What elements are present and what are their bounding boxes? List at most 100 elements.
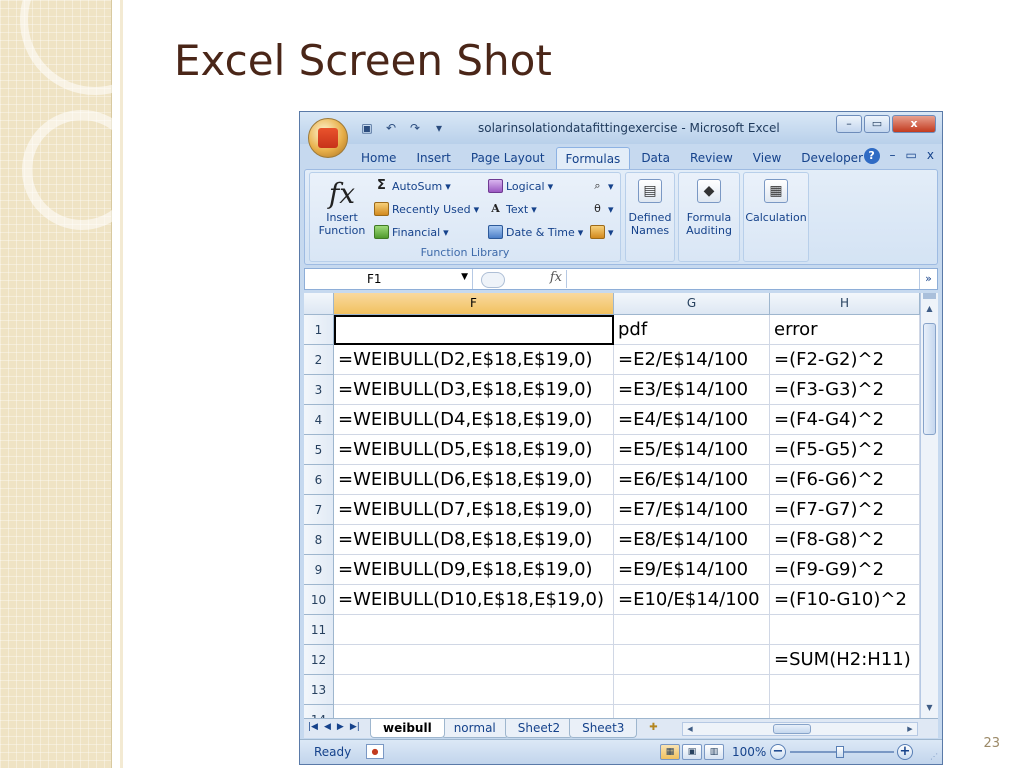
row-header[interactable]: 7 [304,495,334,525]
formula-input[interactable] [573,271,913,287]
page-layout-view-icon[interactable]: ▣ [682,744,702,760]
cell-g1[interactable]: pdf [614,315,770,345]
sheet-tab-normal[interactable]: normal [440,719,509,738]
maximize-button[interactable]: ▭ [864,115,890,133]
column-header-f[interactable]: F [334,293,614,315]
horizontal-scrollbar[interactable]: ◀ ▶ [682,722,918,736]
logical-button[interactable]: Logical ▾ [488,179,553,193]
tab-view[interactable]: View [744,147,790,169]
cell-g13[interactable] [614,675,770,705]
cell-g14[interactable] [614,705,770,718]
cell-h8[interactable]: =(F8-G8)^2 [770,525,920,555]
row-header[interactable]: 6 [304,465,334,495]
redo-icon[interactable]: ↷ [406,120,424,136]
cell-h2[interactable]: =(F2-G2)^2 [770,345,920,375]
cell-f7[interactable]: =WEIBULL(D7,E$18,E$19,0) [334,495,614,525]
zoom-slider-thumb[interactable] [836,746,844,758]
formula-auditing-button[interactable]: ◆ Formula Auditing [679,177,739,237]
cell-h10[interactable]: =(F10-G10)^2 [770,585,920,615]
chevron-down-icon[interactable]: ▼ [461,272,468,282]
scroll-left-icon[interactable]: ◀ [683,723,697,735]
zoom-out-icon[interactable]: − [770,744,786,760]
autosum-button[interactable]: Σ AutoSum ▾ [374,179,451,193]
date-time-button[interactable]: Date & Time ▾ [488,225,583,239]
lookup-reference-button[interactable]: ⌕ ▾ [590,179,613,193]
cell-g7[interactable]: =E7/E$14/100 [614,495,770,525]
cell-h1[interactable]: error [770,315,920,345]
row-header[interactable]: 11 [304,615,334,645]
tab-data[interactable]: Data [632,147,679,169]
tab-page-layout[interactable]: Page Layout [462,147,554,169]
cell-f13[interactable] [334,675,614,705]
undo-icon[interactable]: ↶ [382,120,400,136]
row-header[interactable]: 13 [304,675,334,705]
cell-f6[interactable]: =WEIBULL(D6,E$18,E$19,0) [334,465,614,495]
row-header[interactable]: 14 [304,705,334,718]
cell-g10[interactable]: =E10/E$14/100 [614,585,770,615]
cell-g8[interactable]: =E8/E$14/100 [614,525,770,555]
macro-record-icon[interactable]: ● [366,744,384,759]
cell-h5[interactable]: =(F5-G5)^2 [770,435,920,465]
cell-f14[interactable] [334,705,614,718]
cell-h12[interactable]: =SUM(H2:H11) [770,645,920,675]
row-header[interactable]: 5 [304,435,334,465]
cell-h4[interactable]: =(F4-G4)^2 [770,405,920,435]
row-header[interactable]: 3 [304,375,334,405]
cell-g2[interactable]: =E2/E$14/100 [614,345,770,375]
cell-h11[interactable] [770,615,920,645]
insert-function-fx-button[interactable]: fx [481,270,567,288]
resize-grip-icon[interactable]: ⋰ [930,752,940,762]
insert-function-button[interactable]: fx Insert Function [316,177,368,237]
split-handle[interactable] [923,293,936,299]
cell-f5[interactable]: =WEIBULL(D5,E$18,E$19,0) [334,435,614,465]
row-header[interactable]: 8 [304,525,334,555]
cell-g3[interactable]: =E3/E$14/100 [614,375,770,405]
sheet-tab-sheet3[interactable]: Sheet3 [569,719,638,738]
zoom-level[interactable]: 100% [732,745,766,759]
math-trig-button[interactable]: θ ▾ [590,202,613,216]
cell-f3[interactable]: =WEIBULL(D3,E$18,E$19,0) [334,375,614,405]
more-functions-button[interactable]: ▾ [590,225,614,239]
sheet-tab-sheet2[interactable]: Sheet2 [504,719,574,738]
cell-h3[interactable]: =(F3-G3)^2 [770,375,920,405]
cell-g4[interactable]: =E4/E$14/100 [614,405,770,435]
recently-used-button[interactable]: Recently Used ▾ [374,202,479,216]
cell-g11[interactable] [614,615,770,645]
tab-formulas[interactable]: Formulas [555,147,631,169]
first-sheet-icon[interactable]: |◀ [308,722,318,732]
cell-h13[interactable] [770,675,920,705]
save-icon[interactable]: ▣ [358,120,376,136]
scroll-thumb[interactable] [923,323,936,435]
row-header[interactable]: 9 [304,555,334,585]
row-header[interactable]: 12 [304,645,334,675]
cell-f8[interactable]: =WEIBULL(D8,E$18,E$19,0) [334,525,614,555]
cell-g5[interactable]: =E5/E$14/100 [614,435,770,465]
minimize-button[interactable]: – [836,115,862,133]
insert-sheet-icon[interactable]: ✚ [641,720,665,736]
cell-f9[interactable]: =WEIBULL(D9,E$18,E$19,0) [334,555,614,585]
vertical-scrollbar[interactable]: ▲ ▼ [920,293,938,718]
column-header-h[interactable]: H [770,293,920,315]
scroll-right-icon[interactable]: ▶ [903,723,917,735]
cell-f10[interactable]: =WEIBULL(D10,E$18,E$19,0) [334,585,614,615]
cell-h6[interactable]: =(F6-G6)^2 [770,465,920,495]
expand-formula-bar-icon[interactable]: » [919,269,937,289]
sheet-tab-weibull[interactable]: weibull [370,719,445,738]
column-header-g[interactable]: G [614,293,770,315]
name-box[interactable]: F1 ▼ [305,269,473,289]
workbook-minimize-button[interactable]: – [890,148,896,164]
page-break-view-icon[interactable]: ▥ [704,744,724,760]
cell-f2[interactable]: =WEIBULL(D2,E$18,E$19,0) [334,345,614,375]
row-header[interactable]: 10 [304,585,334,615]
tab-insert[interactable]: Insert [407,147,459,169]
row-header[interactable]: 1 [304,315,334,345]
cell-g12[interactable] [614,645,770,675]
close-button[interactable]: x [892,115,936,133]
tab-review[interactable]: Review [681,147,742,169]
select-all-button[interactable] [304,293,334,315]
workbook-close-button[interactable]: x [927,148,934,164]
cell-h14[interactable] [770,705,920,718]
zoom-in-icon[interactable]: + [897,744,913,760]
text-button[interactable]: A Text ▾ [488,202,537,216]
cell-f1[interactable] [334,315,614,345]
